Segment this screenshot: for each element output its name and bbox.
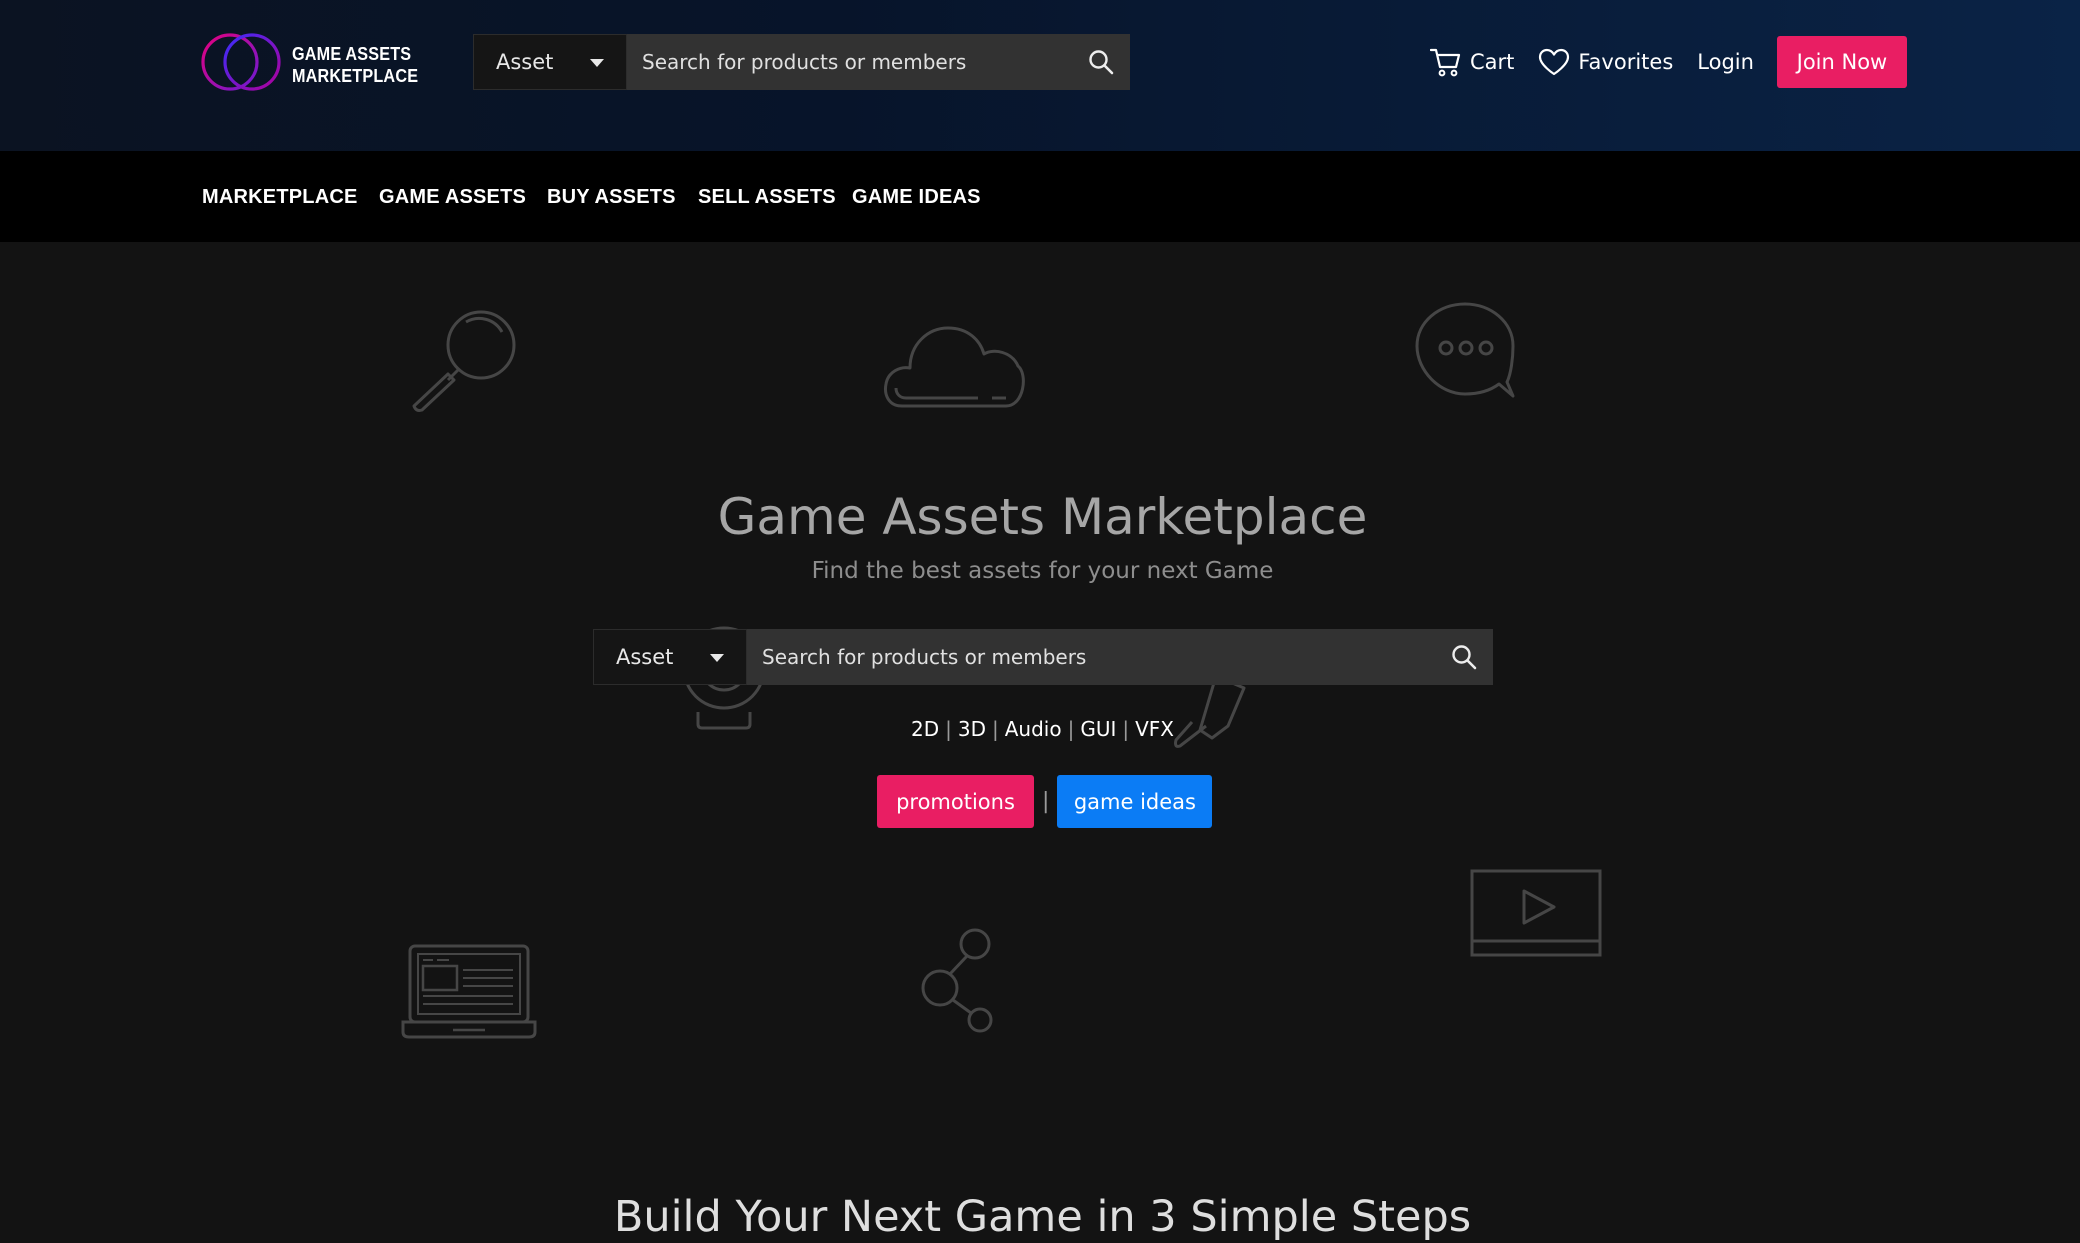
category-separator: |	[945, 717, 952, 741]
category-separator: |	[991, 717, 999, 741]
login-link[interactable]: Login	[1697, 50, 1754, 74]
site-header: GAME ASSETS MARKETPLACE Asset Search for…	[0, 0, 2080, 151]
category-link-vfx[interactable]: VFX	[1135, 717, 1174, 741]
hero-search-placeholder: Search for products or members	[762, 645, 1087, 669]
hero-search-type-value: Asset	[616, 645, 674, 669]
brand-line-1: GAME ASSETS	[292, 44, 412, 64]
header-search: Asset Search for products or members	[473, 34, 1130, 90]
favorites-label: Favorites	[1578, 50, 1674, 74]
nav-item-game-ideas[interactable]: GAME IDEAS	[852, 186, 981, 209]
nav-item-marketplace[interactable]: MARKETPLACE	[202, 186, 358, 209]
brand-logo[interactable]: GAME ASSETS MARKETPLACE	[186, 31, 418, 93]
nav-item-buy-assets[interactable]: BUY ASSETS	[547, 186, 676, 209]
heart-icon	[1539, 48, 1570, 76]
favorites-link[interactable]: Favorites	[1538, 48, 1673, 76]
category-link-2d[interactable]: 2D	[911, 717, 939, 741]
caret-down-icon	[590, 59, 604, 67]
hero-buttons: promotions | game ideas	[877, 775, 1213, 828]
join-now-button[interactable]: Join Now	[1776, 36, 1907, 88]
cloud-icon	[882, 314, 1028, 410]
header-search-input[interactable]: Search for products or members	[627, 34, 1130, 90]
logo-rings-icon	[201, 33, 281, 91]
search-icon[interactable]	[1088, 49, 1114, 75]
header-actions: Cart Favorites Login Join Now	[1430, 36, 1907, 88]
category-separator: |	[1067, 717, 1075, 741]
search-icon[interactable]	[1451, 644, 1477, 670]
hero-search-input[interactable]: Search for products or members	[747, 629, 1493, 685]
caret-down-icon	[710, 654, 724, 662]
category-links: 2D | 3D | Audio | GUI | VFX	[0, 717, 2080, 741]
category-link-audio[interactable]: Audio	[1005, 717, 1062, 741]
main-nav: MARKETPLACE GAME ASSETS BUY ASSETS SELL …	[0, 151, 2080, 242]
share-icon	[920, 926, 996, 1036]
steps-section-title: Build Your Next Game in 3 Simple Steps	[613, 1192, 1472, 1242]
nav-item-sell-assets[interactable]: SELL ASSETS	[698, 186, 836, 209]
nav-item-game-assets[interactable]: GAME ASSETS	[379, 186, 526, 209]
cart-icon	[1430, 48, 1461, 77]
category-separator: |	[1122, 717, 1130, 741]
promotions-button[interactable]: promotions	[877, 775, 1034, 828]
laptop-icon	[399, 942, 539, 1040]
hero-subtitle: Find the best assets for your next Game	[811, 558, 1274, 584]
cart-label: Cart	[1470, 50, 1515, 74]
hero-search: Asset Search for products or members	[593, 629, 1493, 685]
game-ideas-button[interactable]: game ideas	[1057, 775, 1213, 828]
hero-search-type-select[interactable]: Asset	[593, 629, 747, 685]
chat-bubble-icon	[1413, 300, 1518, 400]
hero-title: Game Assets Marketplace	[717, 488, 1368, 546]
header-search-type-value: Asset	[496, 50, 554, 74]
button-separator: |	[1042, 789, 1050, 814]
category-link-gui[interactable]: GUI	[1080, 717, 1116, 741]
magnifier-deco-icon	[408, 300, 528, 415]
header-search-placeholder: Search for products or members	[642, 50, 967, 74]
brand-line-2: MARKETPLACE	[292, 66, 419, 86]
category-link-3d[interactable]: 3D	[958, 717, 986, 741]
login-label: Login	[1697, 50, 1754, 74]
header-search-type-select[interactable]: Asset	[473, 34, 627, 90]
cart-link[interactable]: Cart	[1430, 47, 1514, 77]
video-player-icon	[1470, 869, 1602, 957]
brand-name: GAME ASSETS MARKETPLACE	[292, 43, 418, 87]
